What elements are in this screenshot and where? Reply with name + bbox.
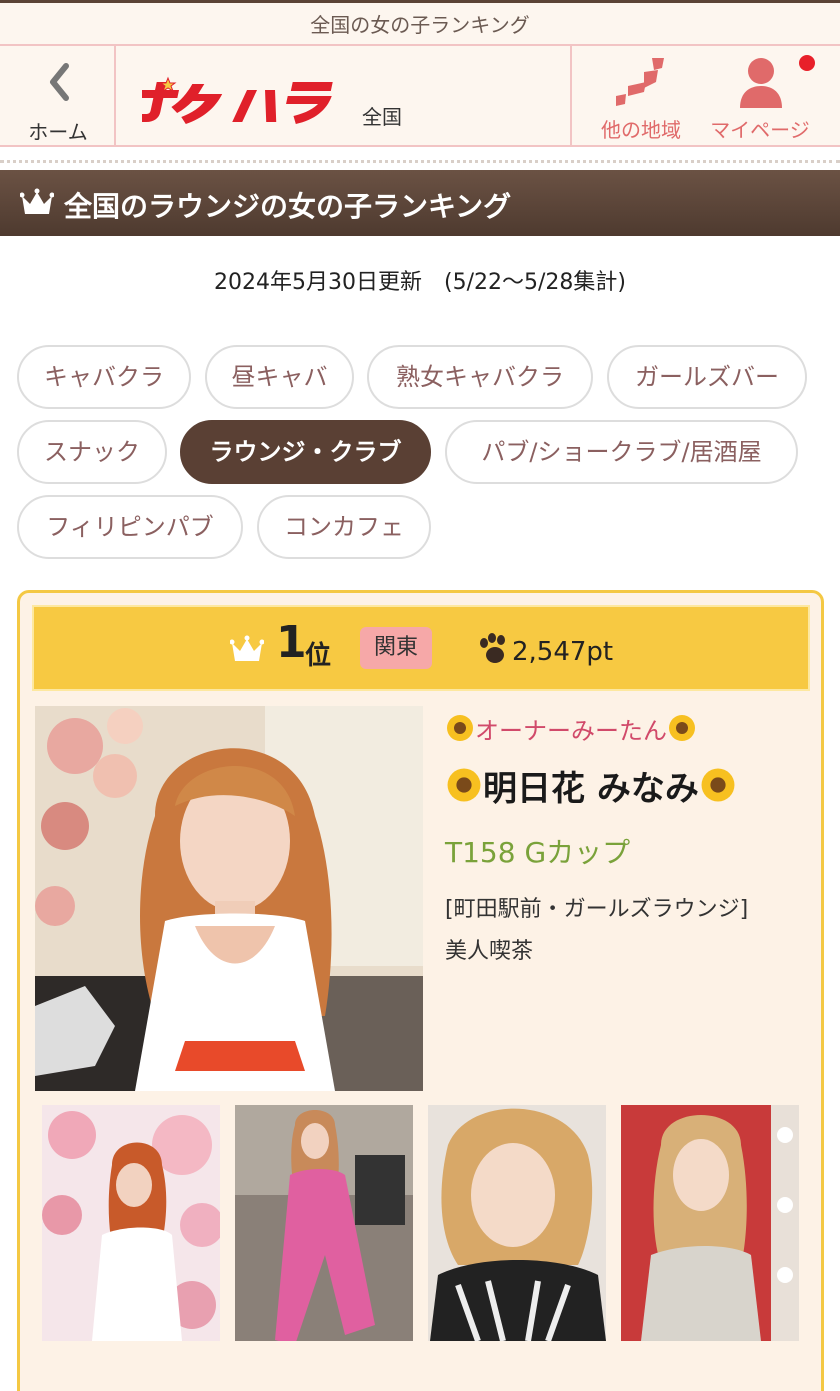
sunflower-icon <box>701 768 735 802</box>
points-value: 2,547pt <box>512 637 614 667</box>
cast-spec: T158 Gカップ <box>445 836 631 869</box>
section-title: 全国のラウンジの女の子ランキング <box>64 190 512 223</box>
dotted-divider <box>0 160 840 163</box>
gallery-image <box>428 1105 606 1341</box>
notification-dot <box>799 55 815 71</box>
gallery-photo[interactable] <box>235 1105 413 1341</box>
category-chip-pub-show[interactable]: パブ/ショークラブ/居酒屋 <box>445 420 798 484</box>
sunflower-icon <box>669 715 695 741</box>
category-chip-day-cabaret[interactable]: 昼キャバ <box>205 345 354 409</box>
top-strip-title: 全国の女の子ランキング <box>310 13 530 37</box>
cast-name[interactable]: 明日花 みなみ <box>445 761 737 810</box>
category-chip-concafe[interactable]: コンカフェ <box>257 495 431 559</box>
category-chip-lounge-club[interactable]: ラウンジ・クラブ <box>180 420 431 484</box>
sunflower-icon <box>447 768 481 802</box>
cast-name-text: 明日花 みなみ <box>483 769 699 809</box>
crown-icon <box>230 635 264 661</box>
gallery-image <box>235 1105 413 1341</box>
gallery-photo[interactable] <box>621 1105 799 1341</box>
pokepara-logo[interactable] <box>142 76 352 126</box>
profile-photo-image <box>35 706 423 1091</box>
gallery-image <box>621 1105 799 1341</box>
home-button[interactable]: ホーム <box>0 46 116 145</box>
category-chip-cabaret[interactable]: キャバクラ <box>17 345 191 409</box>
category-chip-girls-bar[interactable]: ガールズバー <box>607 345 807 409</box>
japan-map-icon <box>616 58 664 106</box>
section-title-bar: 全国のラウンジの女の子ランキング <box>0 170 840 236</box>
other-region-label: 他の地域 <box>601 118 681 142</box>
gallery-photo[interactable] <box>42 1105 220 1341</box>
other-region-button[interactable]: 他の地域 <box>570 46 710 145</box>
sunflower-icon <box>447 715 473 741</box>
chevron-left-icon <box>50 63 69 101</box>
top-strip: 全国の女の子ランキング <box>0 0 840 44</box>
rank-suffix: 位 <box>305 641 332 671</box>
rank-number: 1 <box>276 617 307 668</box>
updated-text: 2024年5月30日更新 (5/22～5/28集計) <box>214 270 626 295</box>
gallery-photo[interactable] <box>428 1105 606 1341</box>
shop-name[interactable]: 美人喫茶 <box>445 933 533 965</box>
home-label: ホーム <box>28 120 88 144</box>
rank-bar: 1 位 関東 2,547pt <box>32 605 810 691</box>
mypage-button[interactable]: マイページ <box>700 46 830 145</box>
user-icon <box>740 58 782 108</box>
category-chip-mature-cabaret[interactable]: 熟女キャバクラ <box>367 345 593 409</box>
crown-icon <box>20 188 54 214</box>
main-photo[interactable] <box>35 706 423 1091</box>
mypage-label: マイページ <box>710 118 810 142</box>
paw-icon <box>480 633 505 663</box>
app-header: ホーム 全国 他の地域 マイページ <box>0 44 840 147</box>
area-badge: 関東 <box>360 627 433 669</box>
region-label: 全国 <box>362 105 402 129</box>
gallery-image <box>42 1105 220 1341</box>
ranking-card[interactable]: 1 位 関東 2,547pt オーナーみーたん 明日花 みなみ T158 Gカッ… <box>17 590 824 1391</box>
category-chip-snack[interactable]: スナック <box>17 420 167 484</box>
shop-category: [町田駅前・ガールズラウンジ] <box>445 897 749 922</box>
catch-copy-text: オーナーみーたん <box>475 717 667 745</box>
catch-copy: オーナーみーたん <box>445 711 697 746</box>
category-chip-philippine-pub[interactable]: フィリピンパブ <box>17 495 243 559</box>
